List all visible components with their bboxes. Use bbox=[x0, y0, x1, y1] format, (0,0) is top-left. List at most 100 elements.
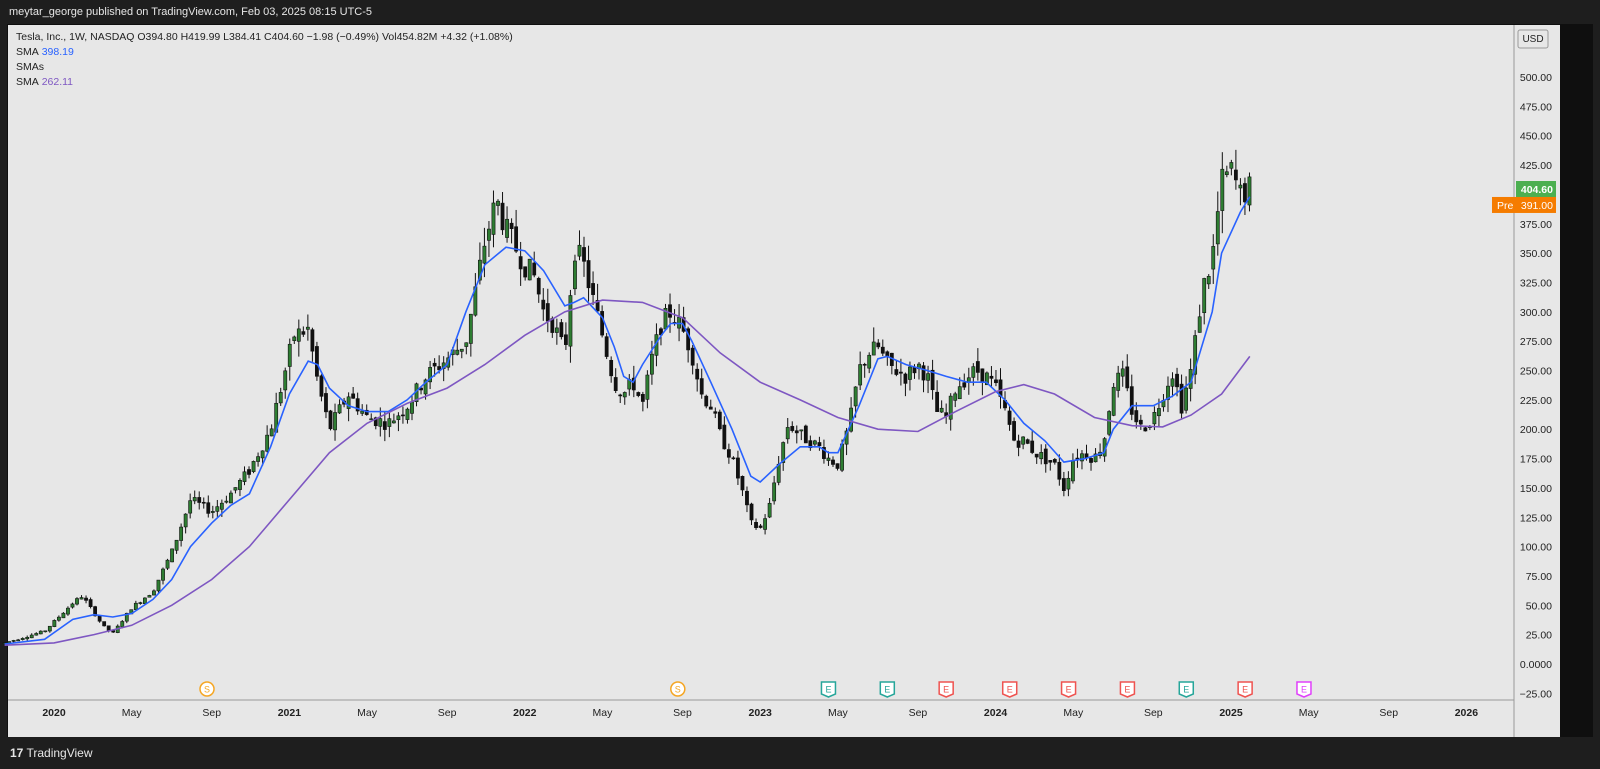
candle-body bbox=[1224, 171, 1229, 175]
currency-label: USD bbox=[1522, 34, 1543, 45]
pre-market-label: 391.00 bbox=[1521, 200, 1553, 212]
x-tick-label: May bbox=[593, 707, 614, 719]
candle-body bbox=[238, 480, 242, 490]
x-tick-label: 2020 bbox=[42, 707, 66, 719]
y-tick-label: 350.00 bbox=[1520, 248, 1552, 260]
candle-body bbox=[1175, 373, 1179, 388]
candle-body bbox=[613, 377, 618, 391]
candle-body bbox=[1138, 419, 1143, 425]
candle-body bbox=[989, 375, 994, 379]
candle-body bbox=[645, 374, 650, 400]
candle-body bbox=[156, 579, 161, 592]
candle-body bbox=[360, 410, 365, 414]
candle-body bbox=[767, 502, 772, 518]
candle-body bbox=[405, 408, 410, 420]
y-tick-label: 175.00 bbox=[1520, 454, 1552, 466]
candle-body bbox=[826, 457, 831, 461]
candle-body bbox=[1071, 460, 1075, 482]
candle-body bbox=[333, 412, 337, 431]
candle-body bbox=[921, 365, 926, 381]
candle-body bbox=[600, 311, 605, 336]
candle-body bbox=[994, 379, 998, 384]
candles-layer bbox=[2, 149, 1252, 645]
candle-body bbox=[509, 222, 514, 230]
candle-body bbox=[812, 440, 817, 445]
candle-body bbox=[604, 336, 609, 357]
x-tick-label: May bbox=[1299, 707, 1320, 719]
candlestick-chart[interactable]: S S E E E E E E E E E USD 500.00 475.00 450.00 425.00 4… bbox=[0, 0, 1600, 769]
candle-body bbox=[260, 450, 265, 459]
event-label: S bbox=[675, 685, 681, 695]
candle-body bbox=[1197, 316, 1202, 333]
smas-label: SMAs bbox=[16, 61, 45, 73]
event-label: E bbox=[825, 685, 831, 695]
candle-body bbox=[559, 322, 564, 338]
candle-body bbox=[1043, 448, 1048, 465]
candle-body bbox=[79, 597, 84, 600]
candle-body bbox=[591, 283, 595, 295]
candle-body bbox=[532, 262, 537, 276]
candle-body bbox=[247, 469, 251, 475]
candle-body bbox=[1048, 460, 1053, 463]
candle-body bbox=[20, 638, 25, 640]
event-label: E bbox=[1066, 685, 1072, 695]
candle-body bbox=[749, 503, 754, 521]
candle-body bbox=[269, 428, 274, 437]
candle-body bbox=[898, 371, 903, 374]
y-axis: USD500.00475.00450.00425.00400.00375.003… bbox=[1492, 25, 1560, 738]
candle-body bbox=[799, 429, 804, 432]
candle-body bbox=[201, 501, 206, 504]
candle-body bbox=[56, 616, 61, 621]
event-label: E bbox=[1242, 685, 1248, 695]
x-tick-label: 2026 bbox=[1455, 707, 1479, 719]
candle-body bbox=[215, 506, 220, 512]
pre-market-tag-label: Pre bbox=[1497, 200, 1514, 212]
candle-body bbox=[315, 346, 319, 377]
candle-body bbox=[731, 457, 736, 460]
event-label: E bbox=[884, 685, 890, 695]
candle-body bbox=[668, 304, 672, 318]
candle-body bbox=[256, 456, 260, 462]
candle-body bbox=[1211, 246, 1216, 270]
candle-body bbox=[387, 418, 392, 427]
candle-body bbox=[677, 316, 681, 329]
candle-body bbox=[487, 228, 491, 241]
candle-body bbox=[790, 426, 795, 431]
candle-body bbox=[903, 373, 908, 384]
candle-body bbox=[382, 421, 387, 430]
y-tick-label: 500.00 bbox=[1520, 72, 1552, 84]
y-tick-label: 200.00 bbox=[1520, 424, 1552, 436]
x-tick-label: 2023 bbox=[749, 707, 773, 719]
candle-body bbox=[1229, 162, 1234, 169]
candle-body bbox=[410, 401, 414, 414]
sma-fast-label: SMA bbox=[16, 46, 39, 58]
y-tick-label: 225.00 bbox=[1520, 395, 1552, 407]
candle-body bbox=[305, 326, 310, 330]
candle-body bbox=[192, 497, 197, 502]
x-tick-label: 2021 bbox=[278, 707, 302, 719]
event-label: E bbox=[1301, 685, 1307, 695]
candle-body bbox=[491, 202, 496, 235]
candle-body bbox=[133, 602, 138, 610]
candle-body bbox=[75, 598, 79, 605]
y-tick-label: 0.0000 bbox=[1520, 659, 1552, 671]
candle-body bbox=[785, 427, 790, 440]
candle-body bbox=[120, 621, 125, 628]
y-tick-label: 450.00 bbox=[1520, 131, 1552, 143]
candle-body bbox=[867, 354, 872, 369]
candle-body bbox=[496, 200, 500, 206]
candle-body bbox=[210, 511, 215, 513]
candle-body bbox=[514, 226, 519, 252]
candle-body bbox=[165, 559, 170, 569]
event-label: E bbox=[1124, 685, 1130, 695]
candle-body bbox=[1120, 368, 1125, 377]
candle-body bbox=[803, 425, 808, 444]
y-tick-label: −25.00 bbox=[1520, 688, 1553, 700]
candle-body bbox=[650, 353, 654, 375]
x-tick-label: May bbox=[1063, 707, 1084, 719]
last-price-label: 404.60 bbox=[1521, 184, 1553, 196]
candle-body bbox=[197, 497, 202, 503]
candle-body bbox=[61, 612, 66, 619]
candle-body bbox=[505, 218, 509, 238]
candle-body bbox=[582, 247, 586, 262]
